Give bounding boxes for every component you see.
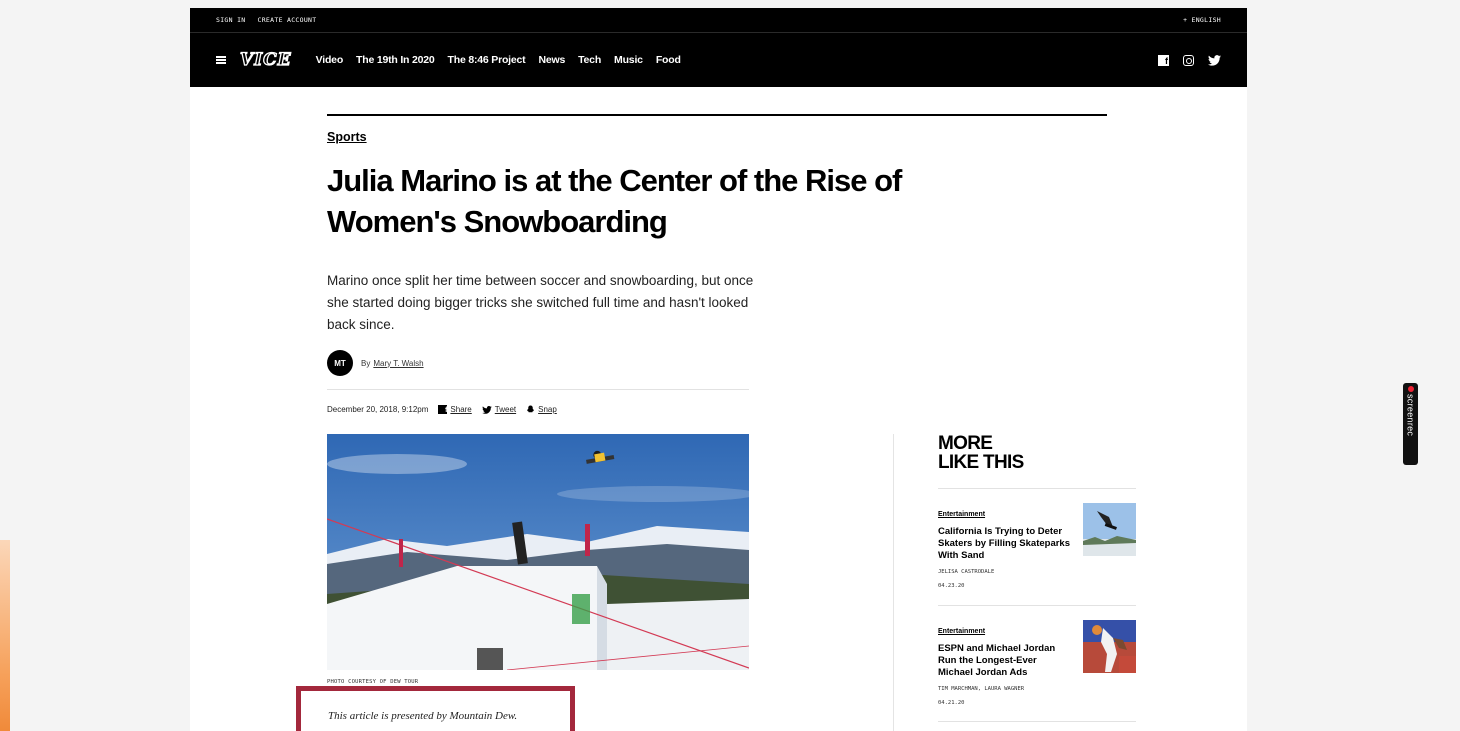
facebook-icon: f xyxy=(438,405,448,414)
main-nav: VICE Video The 19th In 2020 The 8:46 Pro… xyxy=(190,33,1247,87)
screenrec-label: screenrec xyxy=(1405,394,1416,437)
snapchat-ghost-icon xyxy=(527,405,535,413)
card-category-link[interactable]: Entertainment xyxy=(938,511,985,518)
facebook-icon[interactable]: f xyxy=(1158,54,1169,66)
sponsor-note: This article is presented by Mountain De… xyxy=(328,710,518,722)
card-author: JELISA CASTRODALE xyxy=(938,569,995,575)
card-title[interactable]: ESPN and Michael Jordan Run the Longest-… xyxy=(938,643,1074,679)
header-rule xyxy=(327,114,1107,116)
card-divider xyxy=(938,721,1136,722)
headline-line-1: Julia Marino is at the Center of the Ris… xyxy=(327,163,902,198)
article-dek: Marino once split her time between socce… xyxy=(327,273,754,332)
dateline: December 20, 2018, 9:12pm f Share Tweet … xyxy=(327,405,557,414)
share-snap[interactable]: Snap xyxy=(526,405,557,414)
screenrec-recording-badge[interactable]: screenrec xyxy=(1403,383,1418,465)
related-article-card[interactable]: Entertainment ESPN and Michael Jordan Ru… xyxy=(938,605,1136,706)
byline-divider xyxy=(327,389,749,390)
social-links: f xyxy=(1158,54,1221,66)
create-account-link[interactable]: CREATE ACCOUNT xyxy=(258,16,317,24)
site-header: SIGN IN CREATE ACCOUNT + ENGLISH VICE Vi… xyxy=(190,8,1247,87)
card-title[interactable]: California Is Trying to Deter Skaters by… xyxy=(938,526,1074,562)
share-facebook[interactable]: f Share xyxy=(438,405,472,414)
card-date: 04.23.20 xyxy=(938,583,965,589)
instagram-icon[interactable] xyxy=(1183,54,1194,66)
card-author: TIM MARCHMAN, LAURA WAGNER xyxy=(938,686,1025,692)
card-divider xyxy=(938,605,1136,606)
nav-item-846-project[interactable]: The 8:46 Project xyxy=(448,54,526,66)
twitter-icon xyxy=(481,405,492,414)
nav-item-tech[interactable]: Tech xyxy=(578,54,601,66)
utility-row: SIGN IN CREATE ACCOUNT + ENGLISH xyxy=(190,8,1247,33)
share-facebook-link[interactable]: Share xyxy=(450,405,471,414)
left-edge-decoration xyxy=(0,540,10,731)
related-article-card xyxy=(938,721,1136,731)
headline-line-2: Women's Snowboarding xyxy=(327,204,668,239)
related-article-card[interactable]: Entertainment California Is Trying to De… xyxy=(938,488,1136,589)
share-snap-link[interactable]: Snap xyxy=(538,405,557,414)
card-divider xyxy=(938,488,1136,489)
by-prefix: By xyxy=(361,358,371,368)
nav-links: Video The 19th In 2020 The 8:46 Project … xyxy=(316,54,681,66)
section-link[interactable]: Sports xyxy=(327,130,367,144)
nav-item-food[interactable]: Food xyxy=(656,54,681,66)
hero-photo-snowboarder xyxy=(327,434,749,670)
card-category-link[interactable]: Entertainment xyxy=(938,628,985,635)
photo-credit: PHOTO COURTESY OF DEW TOUR xyxy=(327,679,419,685)
vice-article-page: SIGN IN CREATE ACCOUNT + ENGLISH VICE Vi… xyxy=(190,8,1247,731)
share-twitter[interactable]: Tweet xyxy=(481,405,516,414)
article-headline: Julia Marino is at the Center of the Ris… xyxy=(327,160,1027,242)
more-like-this-line-1: MORE xyxy=(938,433,993,454)
language-selector[interactable]: + ENGLISH xyxy=(1183,16,1221,24)
card-thumbnail-basketball[interactable] xyxy=(1083,620,1136,673)
record-dot-icon xyxy=(1407,386,1414,392)
author-avatar[interactable]: MT xyxy=(327,350,353,376)
more-like-this-title: MORE LIKE THIS xyxy=(938,434,1024,472)
share-twitter-link[interactable]: Tweet xyxy=(495,405,516,414)
author-link[interactable]: Mary T. Walsh xyxy=(373,359,423,368)
nav-item-video[interactable]: Video xyxy=(316,54,344,66)
twitter-icon[interactable] xyxy=(1208,54,1221,66)
publish-date: December 20, 2018, 9:12pm xyxy=(327,405,429,414)
column-divider xyxy=(893,434,894,731)
highlighted-sponsor-frame xyxy=(296,686,575,731)
nav-item-19th-in-2020[interactable]: The 19th In 2020 xyxy=(356,54,435,66)
nav-item-music[interactable]: Music xyxy=(614,54,643,66)
card-date: 04.21.20 xyxy=(938,700,965,706)
sign-in-link[interactable]: SIGN IN xyxy=(216,16,246,24)
card-thumbnail-skater[interactable] xyxy=(1083,503,1136,556)
vice-logo[interactable]: VICE xyxy=(239,49,292,70)
nav-item-news[interactable]: News xyxy=(538,54,565,66)
hamburger-menu-icon[interactable] xyxy=(216,56,226,64)
more-like-this-line-2: LIKE THIS xyxy=(938,452,1024,473)
byline: MT By Mary T. Walsh xyxy=(327,350,424,376)
